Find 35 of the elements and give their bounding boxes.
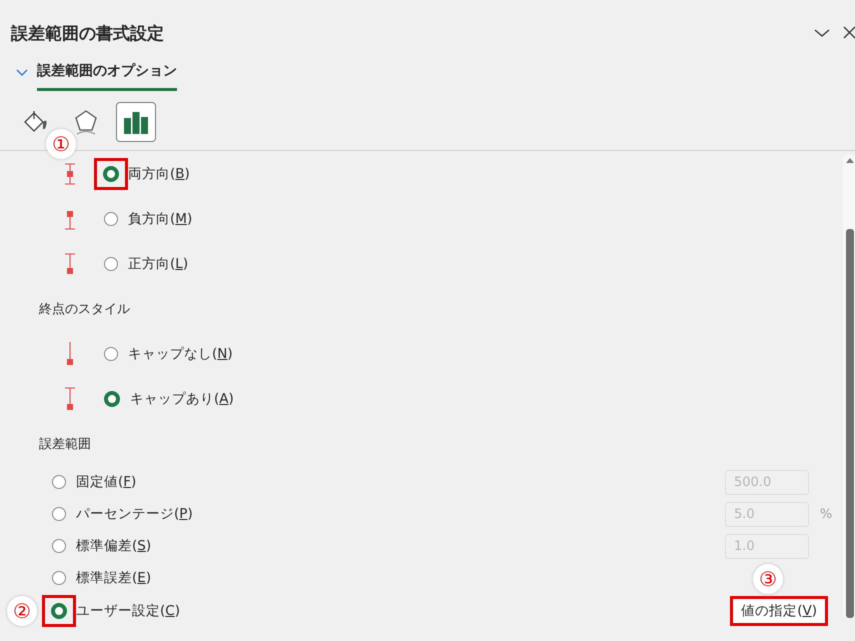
panel-title: 誤差範囲の書式設定 [11, 22, 165, 44]
callout-number: ② [7, 596, 37, 626]
option-label: パーセンテージ(P) [76, 505, 193, 523]
option-label: キャップあり(A) [130, 390, 234, 408]
unit-label: % [818, 506, 834, 522]
option-label: ユーザー設定(C) [76, 602, 180, 620]
radio-button[interactable] [104, 390, 120, 406]
section-heading: 誤差範囲 [38, 436, 92, 454]
section-tab[interactable]: 誤差範囲のオプション [37, 56, 177, 90]
option-label: 標準誤差(E) [76, 569, 152, 587]
option-label: キャップなし(N) [128, 344, 233, 362]
specify-value-button[interactable]: 値の指定(V) [730, 596, 828, 626]
chevron-icon[interactable] [15, 68, 29, 78]
close-icon[interactable] [843, 25, 855, 41]
option-label: 負方向(M) [128, 210, 192, 228]
error-bar-icon [64, 252, 76, 276]
format-tab[interactable] [116, 102, 156, 142]
radio-button[interactable] [104, 212, 118, 226]
error-bar-icon [64, 386, 76, 410]
option-label: 両方向(B) [128, 164, 190, 182]
radio-button[interactable] [104, 256, 118, 270]
option-label: 固定値(F) [76, 473, 136, 491]
radio-button[interactable] [51, 602, 67, 618]
option-label: 正方向(L) [128, 254, 188, 272]
bar-chart-icon [123, 109, 149, 135]
section-heading: 終点のスタイル [38, 300, 131, 318]
radio-button[interactable] [52, 571, 66, 585]
callout-number: ③ [753, 564, 783, 594]
error-bar-icon [64, 162, 76, 186]
radio-button[interactable] [103, 166, 119, 182]
error-bar-icon [64, 342, 76, 366]
radio-button[interactable] [104, 346, 118, 360]
callout-number: ① [46, 129, 76, 159]
option-label: 標準偏差(S) [76, 537, 152, 555]
pentagon-icon [73, 108, 99, 136]
